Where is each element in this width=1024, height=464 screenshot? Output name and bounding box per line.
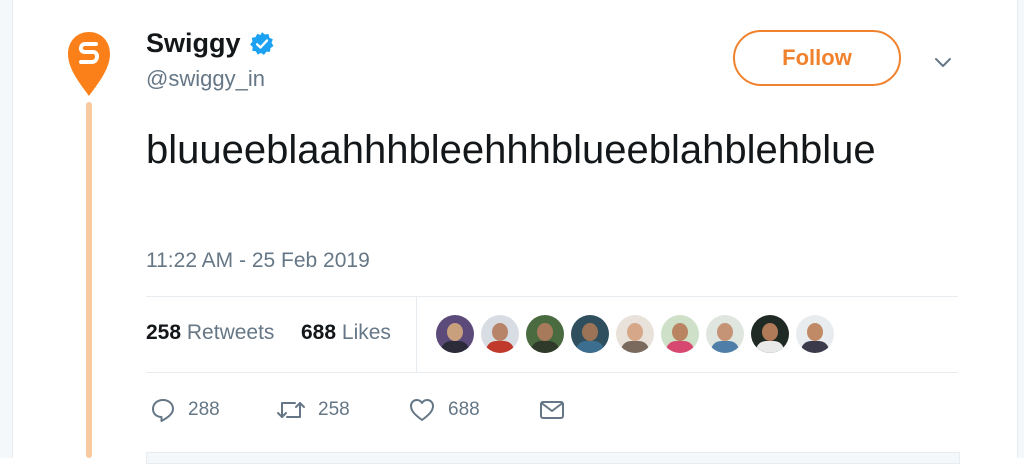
avatar-face [807,323,823,341]
account-name[interactable]: Swiggy [146,28,275,59]
avatar-body [801,341,829,353]
liker-avatar[interactable] [571,315,609,353]
avatar-face [492,323,508,341]
account-handle[interactable]: @swiggy_in [146,66,265,92]
avatar-body [441,341,469,353]
avatar-body [576,341,604,353]
reply-icon [152,399,174,422]
swiggy-logo-icon[interactable] [66,30,112,96]
retweets-count: 258 [146,321,182,344]
liker-avatar[interactable] [436,315,474,353]
avatar-face [447,323,463,341]
liker-avatar[interactable] [661,315,699,353]
avatar-body [756,341,784,353]
divider [146,372,958,373]
avatar-face [717,323,733,341]
likes-stat[interactable]: 688 Likes [301,321,391,345]
avatar-face [582,323,598,341]
retweet-icon [277,402,305,418]
avatar-face [672,323,688,341]
tweet-timestamp[interactable]: 11:22 AM - 25 Feb 2019 [146,249,370,273]
retweets-label: Retweets [186,321,275,344]
avatar-body [486,341,514,353]
follow-button[interactable]: Follow [733,30,901,86]
avatar-body [666,341,694,353]
chevron-down-icon[interactable] [932,51,954,73]
avatar-face [762,323,778,341]
avatar-face [537,323,553,341]
tweet-text: bluueeblaahhhbleehhhblueeblahblehblue [146,128,876,172]
likes-label: Likes [341,321,391,344]
avatar-body [531,341,559,353]
verified-badge-icon [249,31,273,55]
reply-count: 288 [188,399,220,420]
stats-separator [416,296,417,372]
liker-avatar[interactable] [796,315,834,353]
thread-line [86,102,92,458]
avatar-face [627,323,643,341]
direct-message-button[interactable] [538,397,578,423]
like-count: 688 [448,399,480,420]
left-panel-edge [0,0,13,458]
reply-composer-box[interactable] [146,452,960,464]
like-button[interactable]: 688 [408,397,480,423]
heart-icon [410,399,434,421]
divider [146,296,958,297]
liker-avatar[interactable] [526,315,564,353]
reply-button[interactable]: 288 [150,397,220,423]
avatar-body [621,341,649,353]
account-name-text[interactable]: Swiggy [146,28,241,59]
liker-avatars [436,315,841,353]
liker-avatar[interactable] [616,315,654,353]
liker-avatar[interactable] [481,315,519,353]
retweets-stat[interactable]: 258 Retweets [146,321,274,345]
right-panel-edge [1017,0,1024,458]
likes-count: 688 [301,321,337,344]
retweet-button[interactable]: 258 [276,397,350,423]
envelope-icon [540,401,564,419]
avatar-body [711,341,739,353]
liker-avatar[interactable] [706,315,744,353]
liker-avatar[interactable] [751,315,789,353]
retweet-count: 258 [318,399,350,420]
